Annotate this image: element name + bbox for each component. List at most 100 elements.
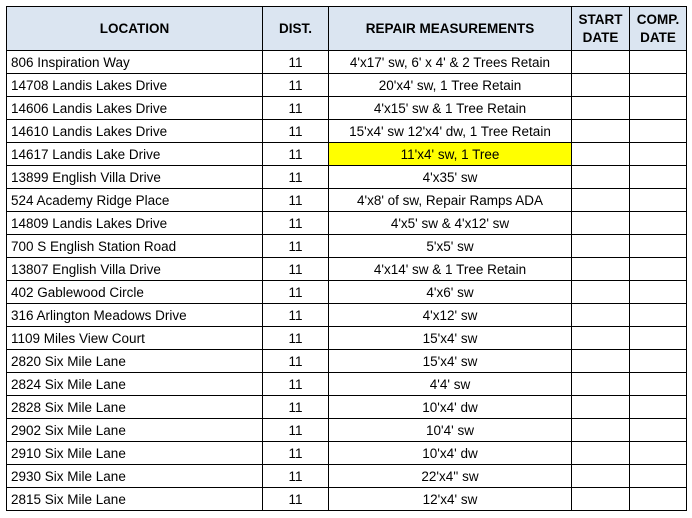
dist-cell: 11 [262,234,329,258]
dist-cell: 11 [262,487,329,511]
table-row: 2824 Six Mile Lane 11 4'4' sw [6,372,687,396]
start-date-cell [571,234,630,258]
table-row: 2902 Six Mile Lane 11 10'4' sw [6,418,687,442]
table-row: 2930 Six Mile Lane 11 22'x4'' sw [6,464,687,488]
comp-date-cell [629,96,687,120]
start-date-cell [571,487,630,511]
dist-cell: 11 [262,280,329,304]
table-row: 2815 Six Mile Lane 11 12'x4' sw [6,487,687,511]
table-body: 806 Inspiration Way 11 4'x17' sw, 6' x 4' … [6,50,687,511]
dist-cell: 11 [262,211,329,235]
comp-date-cell [629,418,687,442]
table-row: 700 S English Station Road 11 5'x5' sw [6,234,687,258]
start-date-cell [571,372,630,396]
repair-cell: 4'4' sw [328,372,572,396]
comp-date-cell [629,280,687,304]
table-row: 402 Gablewood Circle 11 4'x6' sw [6,280,687,304]
location-cell: 700 S English Station Road [6,234,263,258]
table-row: 1109 Miles View Court 11 15'x4' sw [6,326,687,350]
table-row: 316 Arlington Meadows Drive 11 4'x12' sw [6,303,687,327]
repair-cell: 12'x4' sw [328,487,572,511]
location-cell: 2902 Six Mile Lane [6,418,263,442]
dist-cell: 11 [262,96,329,120]
location-cell: 2824 Six Mile Lane [6,372,263,396]
repair-cell: 15'x4' sw [328,349,572,373]
dist-cell: 11 [262,257,329,281]
comp-date-cell [629,211,687,235]
comp-date-cell [629,349,687,373]
location-cell: 1109 Miles View Court [6,326,263,350]
start-date-cell [571,441,630,465]
start-date-cell [571,119,630,143]
table-header: LOCATION DIST. REPAIR MEASUREMENTS START… [6,6,687,51]
dist-cell: 11 [262,188,329,212]
comp-date-cell [629,326,687,350]
comp-date-cell [629,234,687,258]
comp-date-cell [629,119,687,143]
location-cell: 14606 Landis Lakes Drive [6,96,263,120]
dist-cell: 11 [262,441,329,465]
start-date-cell [571,257,630,281]
dist-cell: 11 [262,50,329,74]
start-date-cell [571,280,630,304]
dist-cell: 11 [262,73,329,97]
repair-cell: 10'4' sw [328,418,572,442]
start-date-cell [571,395,630,419]
header-row: LOCATION DIST. REPAIR MEASUREMENTS START… [6,6,687,51]
repair-cell: 10'x4' dw [328,441,572,465]
location-cell: 13807 English Villa Drive [6,257,263,281]
comp-date-cell [629,303,687,327]
table-row: 14708 Landis Lakes Drive 11 20'x4' sw, 1 T… [6,73,687,97]
comp-date-header: COMP. DATE [629,6,687,51]
dist-cell: 11 [262,165,329,189]
table-row: 14809 Landis Lakes Drive 11 4'x5' sw & 4'x… [6,211,687,235]
table-row: 14610 Landis Lakes Drive 11 15'x4' sw 12'x… [6,119,687,143]
repair-cell: 4'x15' sw & 1 Tree Retain [328,96,572,120]
location-cell: 2930 Six Mile Lane [6,464,263,488]
dist-cell: 11 [262,142,329,166]
dist-cell: 11 [262,303,329,327]
start-date-cell [571,188,630,212]
dist-cell: 11 [262,326,329,350]
dist-cell: 11 [262,464,329,488]
dist-cell: 11 [262,395,329,419]
location-cell: 14708 Landis Lakes Drive [6,73,263,97]
start-date-cell [571,211,630,235]
start-date-cell [571,142,630,166]
start-date-header-line2: DATE [582,29,619,45]
location-cell: 524 Academy Ridge Place [6,188,263,212]
repair-cell: 15'x4' sw [328,326,572,350]
start-date-header-line1: START [578,11,623,27]
table-row: 2910 Six Mile Lane 11 10'x4' dw [6,441,687,465]
location-cell: 2828 Six Mile Lane [6,395,263,419]
comp-date-cell [629,395,687,419]
location-header: LOCATION [6,6,263,51]
comp-date-cell [629,50,687,74]
repair-cell: 4'x5' sw & 4'x12' sw [328,211,572,235]
location-cell: 13899 English Villa Drive [6,165,263,189]
comp-date-cell [629,257,687,281]
comp-date-cell [629,73,687,97]
table-row: 13899 English Villa Drive 11 4'x35' sw [6,165,687,189]
location-cell: 14610 Landis Lakes Drive [6,119,263,143]
repair-cell: 15'x4' sw 12'x4' dw, 1 Tree Retain [328,119,572,143]
start-date-cell [571,96,630,120]
repair-cell: 10'x4' dw [328,395,572,419]
dist-cell: 11 [262,372,329,396]
start-date-header: START DATE [571,6,630,51]
repair-cell: 22'x4'' sw [328,464,572,488]
comp-date-cell [629,142,687,166]
start-date-cell [571,50,630,74]
table-row: 14617 Landis Lake Drive 11 11'x4' sw, 1 Tr… [6,142,687,166]
location-cell: 2910 Six Mile Lane [6,441,263,465]
location-cell: 14809 Landis Lakes Drive [6,211,263,235]
table-row: 14606 Landis Lakes Drive 11 4'x15' sw & 1 … [6,96,687,120]
comp-date-header-line2: DATE [640,29,676,45]
table-row: 13807 English Villa Drive 11 4'x14' sw & 1… [6,257,687,281]
dist-cell: 11 [262,119,329,143]
location-cell: 806 Inspiration Way [6,50,263,74]
repair-cell: 4'x8' of sw, Repair Ramps ADA [328,188,572,212]
repair-cell: 4'x17' sw, 6' x 4' & 2 Trees Retain [328,50,572,74]
comp-date-cell [629,441,687,465]
comp-date-header-line1: COMP. [636,11,680,27]
